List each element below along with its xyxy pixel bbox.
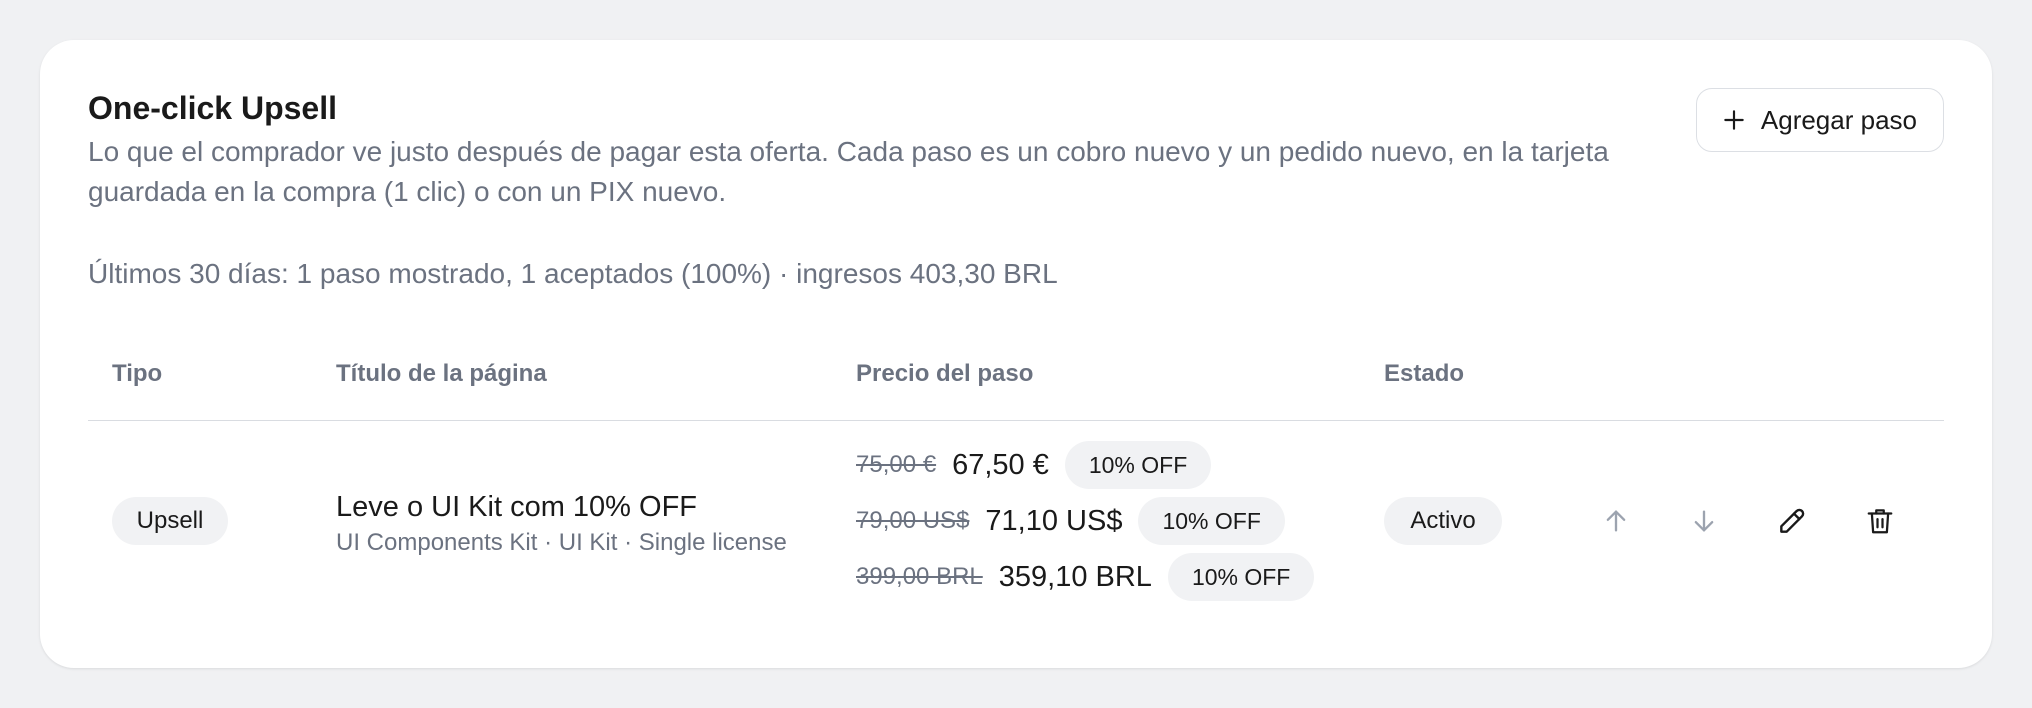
edit-button[interactable] [1772, 501, 1812, 541]
upsell-card: One-click Upsell Lo que el comprador ve … [40, 40, 1992, 668]
delete-button[interactable] [1860, 501, 1900, 541]
arrow-up-icon [1602, 507, 1630, 535]
section-description: Lo que el comprador ve justo después de … [88, 136, 1609, 207]
trash-icon [1865, 506, 1895, 536]
discounted-price: 67,50 € [952, 448, 1049, 481]
discount-badge: 10% OFF [1167, 553, 1315, 601]
move-down-button[interactable] [1684, 501, 1724, 541]
arrow-down-icon [1690, 507, 1718, 535]
discount-badge: 10% OFF [1064, 441, 1212, 489]
original-price: 79,00 US$ [856, 507, 970, 534]
type-badge: Upsell [112, 497, 228, 545]
table-row: Upsell Leve o UI Kit com 10% OFF UI Comp… [88, 421, 1944, 621]
plus-icon [1721, 107, 1747, 133]
column-header-status: Estado [1384, 360, 1465, 387]
original-price: 75,00 € [856, 451, 937, 478]
column-header-type: Tipo [112, 360, 163, 387]
price-line-usd: 79,00 US$ 71,10 US$ 10% OFF [856, 497, 1285, 545]
status-badge: Activo [1384, 497, 1502, 545]
table-header: Tipo Título de la página Precio del paso… [88, 360, 1944, 400]
page-title-cell: Leve o UI Kit com 10% OFF [336, 491, 698, 523]
pencil-icon [1776, 505, 1808, 537]
stats-summary: Últimos 30 días: 1 paso mostrado, 1 acep… [88, 258, 1058, 289]
column-header-price: Precio del paso [856, 360, 1034, 387]
add-step-button-label: Agregar paso [1760, 104, 1917, 135]
price-line-eur: 75,00 € 67,50 € 10% OFF [856, 441, 1212, 489]
section-title: One-click Upsell [88, 90, 337, 126]
price-line-brl: 399,00 BRL 359,10 BRL 10% OFF [856, 553, 1315, 601]
column-header-page-title: Título de la página [336, 360, 547, 387]
discount-badge: 10% OFF [1138, 497, 1285, 545]
move-up-button[interactable] [1596, 501, 1636, 541]
page-subtitle-cell: UI Components Kit · UI Kit · Single lice… [336, 529, 787, 556]
original-price: 399,00 BRL [856, 563, 983, 590]
discounted-price: 359,10 BRL [998, 560, 1152, 593]
add-step-button[interactable]: Agregar paso [1695, 88, 1944, 152]
discounted-price: 71,10 US$ [985, 504, 1123, 537]
